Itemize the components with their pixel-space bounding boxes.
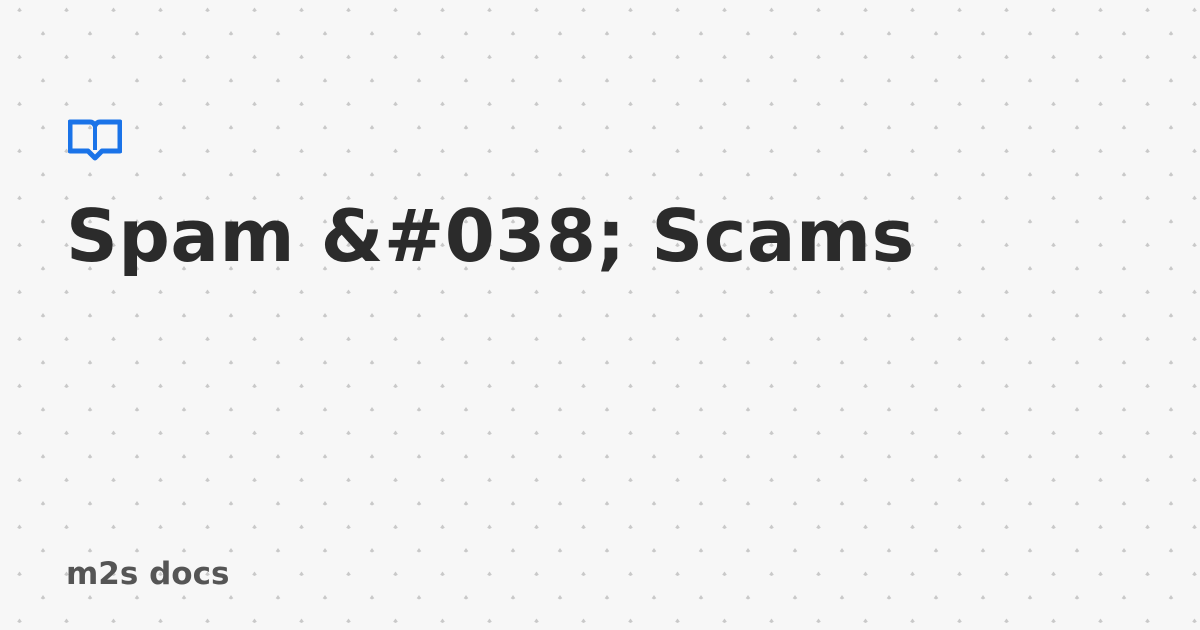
book-open-icon (68, 119, 122, 161)
social-card: Spam &#038; Scams m2s docs (0, 0, 1200, 630)
page-title: Spam &#038; Scams (66, 194, 915, 278)
site-name: m2s docs (66, 556, 230, 592)
